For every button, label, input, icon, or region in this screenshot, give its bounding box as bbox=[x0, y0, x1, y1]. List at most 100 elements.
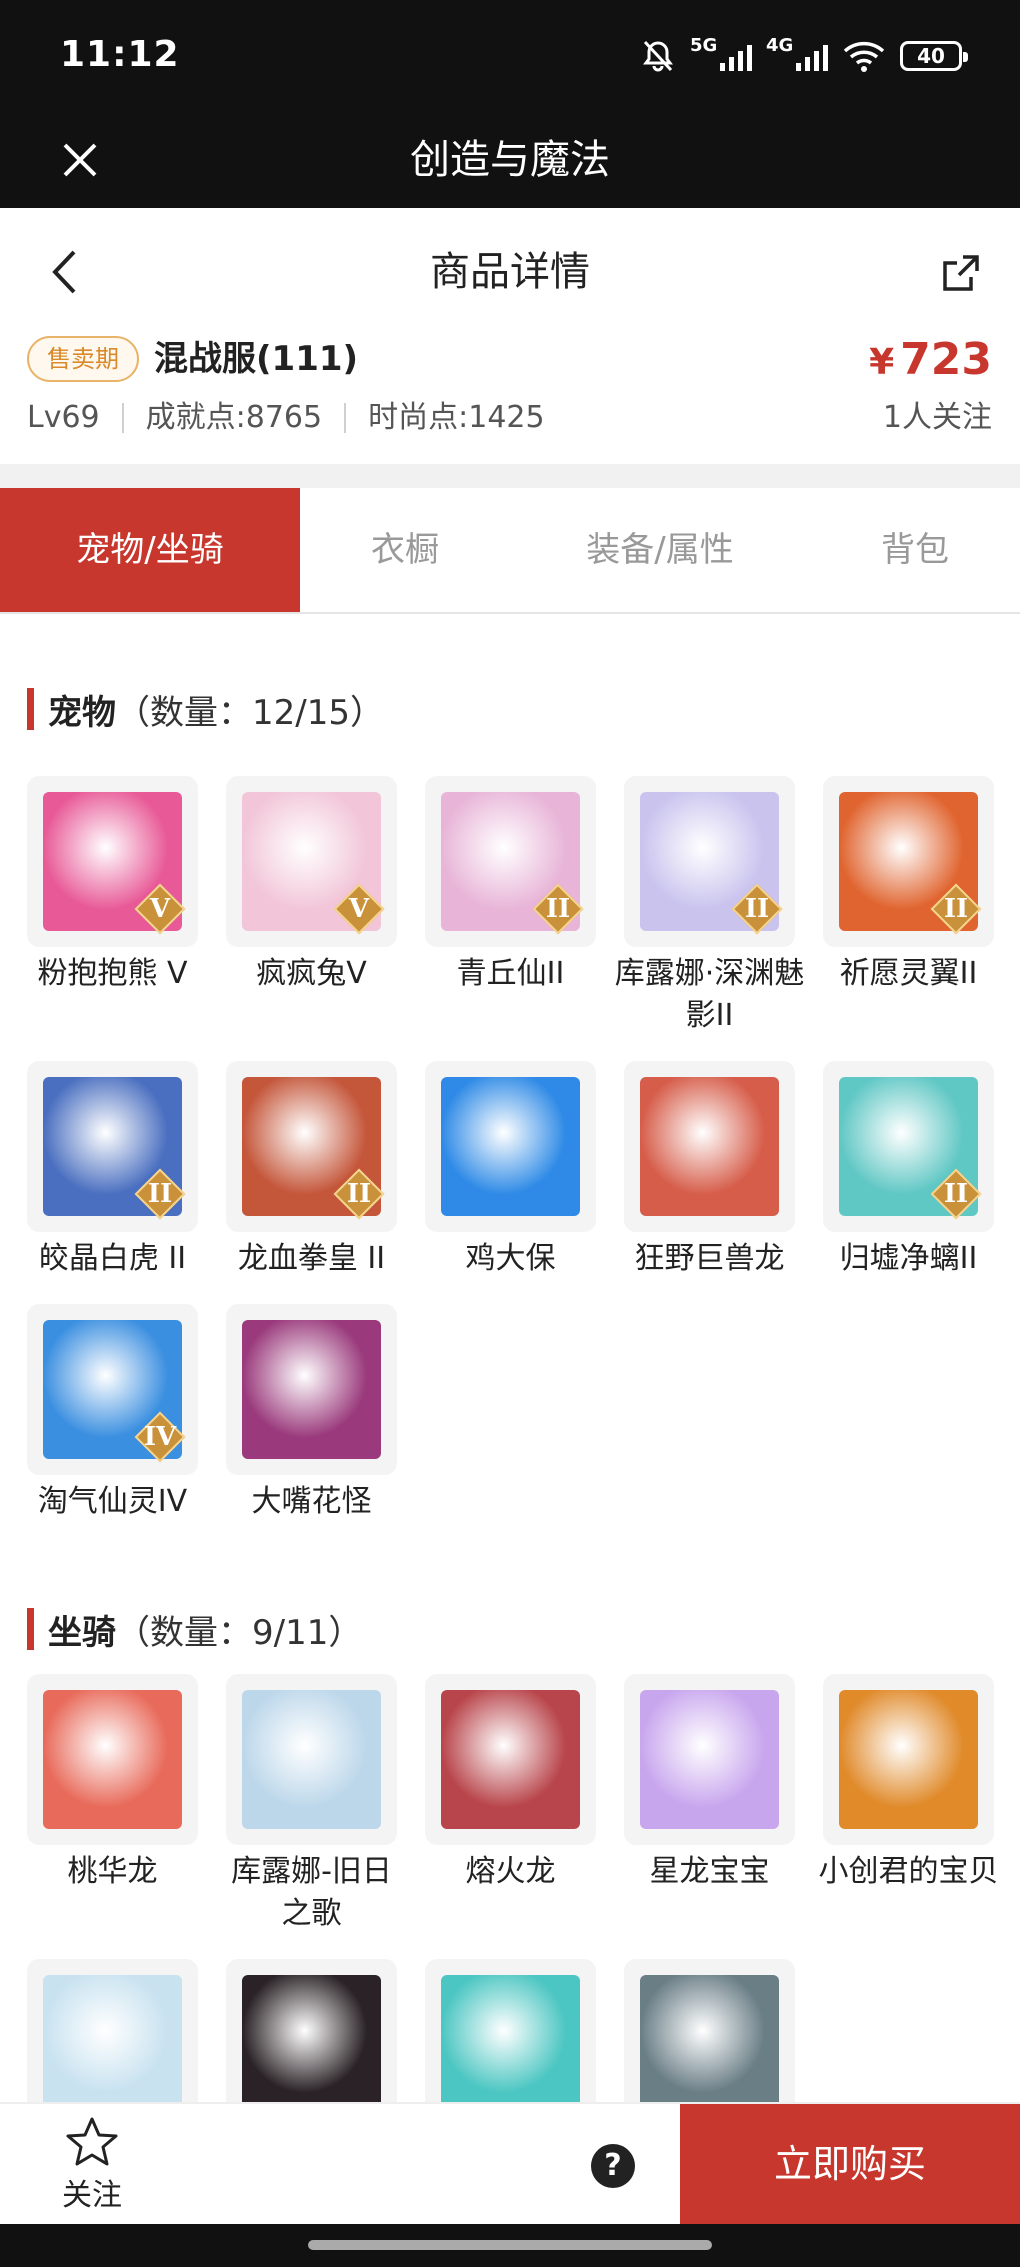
item-artwork bbox=[242, 1320, 381, 1459]
tab-backpack[interactable]: 背包 bbox=[810, 488, 1020, 612]
item-name: 青丘仙II bbox=[456, 956, 565, 991]
item-card[interactable]: II 库露娜·深渊魅影II bbox=[615, 776, 804, 1037]
wifi-icon bbox=[843, 41, 885, 72]
buy-now-button[interactable]: 立即购买 bbox=[680, 2104, 1020, 2226]
item-artwork bbox=[242, 1690, 381, 1829]
item-card[interactable]: 小创君的宝贝 bbox=[819, 1674, 999, 1935]
rank-text: II bbox=[545, 894, 571, 924]
item-card[interactable] bbox=[425, 1959, 596, 2102]
item-thumbnail bbox=[624, 1674, 795, 1845]
rank-text: V bbox=[149, 894, 171, 924]
tab-equipment[interactable]: 装备/属性 bbox=[510, 488, 810, 612]
item-card[interactable]: II 青丘仙II bbox=[425, 776, 596, 1037]
status-icons: 5G 4G 40 bbox=[640, 35, 968, 76]
item-thumbnail: II bbox=[226, 1061, 397, 1232]
app-bar: 创造与魔法 bbox=[0, 112, 1020, 208]
favorite-label: 关注 bbox=[62, 2178, 122, 2213]
item-card[interactable] bbox=[624, 1959, 795, 2102]
tab-bar: 宠物/坐骑 衣橱 装备/属性 背包 bbox=[0, 488, 1020, 614]
divider bbox=[121, 403, 124, 433]
item-card[interactable]: 狂野巨兽龙 bbox=[624, 1061, 795, 1280]
page-header: 商品详情 bbox=[0, 208, 1020, 336]
tab-pets-mounts[interactable]: 宠物/坐骑 bbox=[0, 488, 300, 612]
item-card[interactable]: V 粉抱抱熊 V bbox=[27, 776, 198, 1037]
item-card[interactable]: 大嘴花怪 bbox=[226, 1304, 397, 1523]
pet-grid: V 粉抱抱熊 V V 疯疯兔V II 青丘仙II II 库露娜·深渊魅影II II 祈愿灵翼II I… bbox=[27, 776, 999, 1523]
item-card[interactable] bbox=[27, 1959, 198, 2102]
item-artwork bbox=[640, 1975, 779, 2102]
pets-section-title: 宠物 （数量：12/15） bbox=[27, 686, 384, 733]
item-card[interactable]: IV 淘气仙灵IV bbox=[27, 1304, 198, 1523]
achievement-text: 成就点:8765 bbox=[145, 400, 323, 435]
section-accent bbox=[27, 1608, 34, 1650]
item-artwork bbox=[43, 1690, 182, 1829]
section-title-text: 宠物 bbox=[48, 692, 116, 733]
item-card[interactable]: II 龙血拳皇 II bbox=[226, 1061, 397, 1280]
section-accent bbox=[27, 688, 34, 730]
item-card[interactable]: 鸡大保 bbox=[425, 1061, 596, 1280]
item-name: 库露娜-旧日之歌 bbox=[231, 1854, 392, 1931]
item-artwork bbox=[839, 1690, 978, 1829]
rank-badge: IV bbox=[134, 1411, 186, 1463]
item-card[interactable]: 库露娜-旧日之歌 bbox=[226, 1674, 397, 1935]
item-thumbnail: II bbox=[624, 776, 795, 947]
item-card[interactable]: 熔火龙 bbox=[425, 1674, 596, 1935]
rank-text: V bbox=[348, 894, 370, 924]
item-name: 皎晶白虎 II bbox=[38, 1241, 187, 1276]
account-name: 混战服(111) bbox=[154, 339, 359, 379]
account-meta: Lv69 成就点:8765 时尚点:1425 bbox=[27, 396, 545, 440]
item-thumbnail: II bbox=[823, 776, 994, 947]
item-thumbnail: II bbox=[823, 1061, 994, 1232]
item-card[interactable]: II 皎晶白虎 II bbox=[27, 1061, 198, 1280]
favorite-button[interactable]: 关注 bbox=[44, 2116, 140, 2216]
section-count: （数量：9/11） bbox=[116, 1612, 363, 1653]
item-artwork bbox=[640, 1077, 779, 1216]
tab-wardrobe[interactable]: 衣橱 bbox=[300, 488, 510, 612]
rank-badge: V bbox=[333, 883, 385, 935]
home-indicator-bar bbox=[0, 2224, 1020, 2267]
rank-badge: II bbox=[532, 883, 584, 935]
share-button[interactable] bbox=[936, 248, 986, 298]
item-name: 龙血拳皇 II bbox=[237, 1241, 386, 1276]
item-name: 桃华龙 bbox=[67, 1854, 158, 1889]
follower-count: 1人关注 bbox=[882, 400, 992, 435]
item-thumbnail bbox=[624, 1061, 795, 1232]
item-name: 粉抱抱熊 V bbox=[37, 956, 188, 991]
price: ¥723 bbox=[869, 332, 992, 391]
item-thumbnail bbox=[27, 1674, 198, 1845]
item-card[interactable]: 桃华龙 bbox=[27, 1674, 198, 1935]
item-card[interactable]: 星龙宝宝 bbox=[624, 1674, 795, 1935]
star-icon bbox=[66, 2117, 118, 2166]
main-content[interactable]: 宠物 （数量：12/15） V 粉抱抱熊 V V 疯疯兔V II 青丘仙II II 库露娜·深… bbox=[0, 616, 1020, 2102]
item-name: 归墟净螭II bbox=[839, 1241, 978, 1276]
rank-text: II bbox=[744, 894, 770, 924]
item-card[interactable] bbox=[226, 1959, 397, 2102]
divider bbox=[344, 403, 347, 433]
item-card[interactable]: V 疯疯兔V bbox=[226, 776, 397, 1037]
divider bbox=[0, 464, 1020, 488]
rank-text: II bbox=[147, 1179, 173, 1209]
rank-badge: V bbox=[134, 883, 186, 935]
item-thumbnail: IV bbox=[27, 1304, 198, 1475]
item-artwork bbox=[441, 1077, 580, 1216]
item-card[interactable]: II 祈愿灵翼II bbox=[823, 776, 994, 1037]
rank-text: II bbox=[943, 894, 969, 924]
mount-grid: 桃华龙 库露娜-旧日之歌 熔火龙 星龙宝宝 小创君的宝贝 bbox=[27, 1674, 999, 2102]
item-thumbnail: V bbox=[226, 776, 397, 947]
status-badge: 售卖期 bbox=[27, 336, 139, 382]
item-thumbnail bbox=[425, 1674, 596, 1845]
help-button[interactable]: ? bbox=[591, 2144, 635, 2188]
status-time: 11:12 bbox=[60, 34, 180, 75]
item-card[interactable]: II 归墟净螭II bbox=[823, 1061, 994, 1280]
item-name: 熔火龙 bbox=[465, 1854, 556, 1889]
item-thumbnail: II bbox=[27, 1061, 198, 1232]
rank-badge: II bbox=[333, 1168, 385, 1220]
mounts-section-title: 坐骑 （数量：9/11） bbox=[27, 1606, 363, 1653]
rank-badge: II bbox=[930, 1168, 982, 1220]
item-artwork bbox=[242, 1975, 381, 2102]
signal-5g-icon: 5G bbox=[690, 35, 752, 71]
rank-text: II bbox=[943, 1179, 969, 1209]
rank-badge: II bbox=[930, 883, 982, 935]
home-indicator[interactable] bbox=[308, 2240, 712, 2250]
item-artwork bbox=[640, 1690, 779, 1829]
